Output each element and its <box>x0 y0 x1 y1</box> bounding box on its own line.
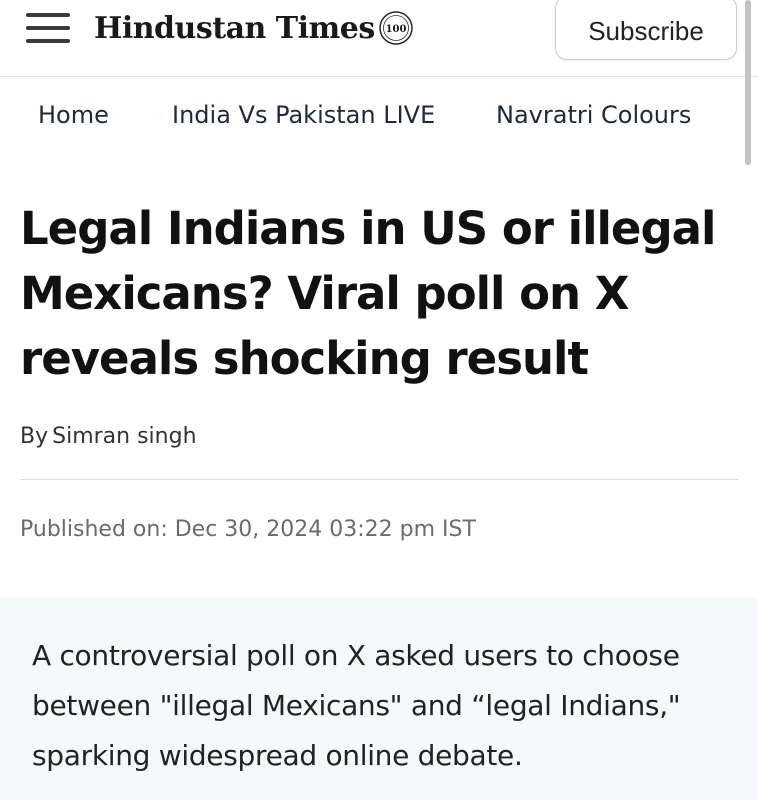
site-logo[interactable]: Hindustan Times 100 <box>94 8 414 48</box>
nav-item-home[interactable]: Home <box>38 101 109 129</box>
article-summary: A controversial poll on X asked users to… <box>32 639 681 772</box>
subscribe-button[interactable]: Subscribe <box>555 0 737 60</box>
top-nav: Home India Vs Pakistan LIVE Navratri Col… <box>0 77 758 159</box>
byline-prefix: By <box>20 424 49 449</box>
byline: By Simran singh <box>20 424 197 449</box>
nav-item-india-vs-pakistan-live[interactable]: India Vs Pakistan LIVE <box>172 101 435 129</box>
centenary-seal-icon: 100 <box>378 11 413 45</box>
published-date: Published on: Dec 30, 2024 03:22 pm IST <box>20 517 476 542</box>
nav-item-navratri-colours[interactable]: Navratri Colours <box>496 101 691 129</box>
article-page: Hindustan Times 100 Subscribe Home India… <box>0 0 758 800</box>
article-summary-box: A controversial poll on X asked users to… <box>0 597 758 800</box>
seal-number: 100 <box>385 24 406 35</box>
divider <box>20 479 738 480</box>
logo-text: Hindustan Times <box>94 10 375 46</box>
author-link[interactable]: Simran singh <box>52 424 196 449</box>
site-header: Hindustan Times 100 Subscribe <box>0 0 758 77</box>
hamburger-menu-icon[interactable] <box>26 11 70 45</box>
article-headline: Legal Indians in US or illegal Mexicans?… <box>20 202 716 385</box>
